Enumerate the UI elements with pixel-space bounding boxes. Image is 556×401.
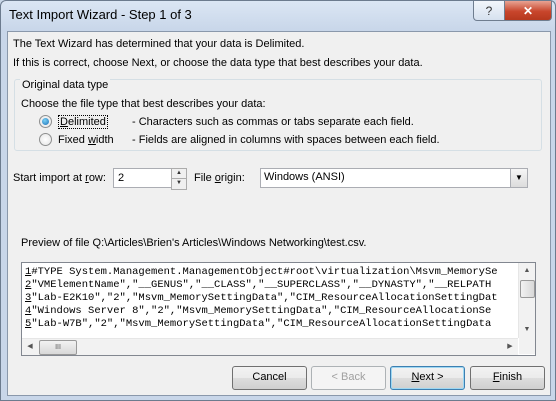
help-icon: ? bbox=[485, 3, 493, 18]
fixed-width-description: - Fields are aligned in columns with spa… bbox=[132, 133, 440, 146]
next-button[interactable]: Next > bbox=[390, 366, 465, 390]
chevron-down-icon[interactable]: ▼ bbox=[510, 169, 527, 187]
scroll-left-icon[interactable]: ◀ bbox=[22, 339, 38, 355]
scroll-right-icon[interactable]: ▶ bbox=[502, 339, 518, 355]
help-button[interactable]: ? bbox=[473, 1, 505, 21]
horizontal-scrollbar[interactable]: ◀ III ▶ bbox=[22, 338, 518, 355]
preview-text-area[interactable]: 1#TYPE System.Management.ManagementObjec… bbox=[22, 263, 518, 338]
start-row-spinner[interactable]: ▲ ▼ bbox=[171, 168, 187, 190]
preview-row: 2"VMElementName","__GENUS","__CLASS","__… bbox=[25, 279, 492, 291]
preview-pane[interactable]: 1#TYPE System.Management.ManagementObjec… bbox=[21, 262, 536, 356]
scroll-down-icon[interactable]: ▼ bbox=[519, 322, 535, 338]
vertical-scroll-thumb[interactable] bbox=[520, 280, 535, 298]
cancel-button[interactable]: Cancel bbox=[232, 366, 307, 390]
file-origin-value: Windows (ANSI) bbox=[264, 171, 345, 183]
delimited-option[interactable]: Delimited - Characters such as commas or… bbox=[39, 114, 414, 129]
window-title: Text Import Wizard - Step 1 of 3 bbox=[9, 7, 192, 22]
group-legend: Original data type bbox=[20, 79, 111, 91]
intro-line-1: The Text Wizard has determined that your… bbox=[13, 38, 305, 50]
horizontal-scroll-thumb[interactable]: III bbox=[39, 340, 77, 355]
delimited-description: - Characters such as commas or tabs sepa… bbox=[132, 115, 414, 128]
preview-row: 5"Lab-W7B","2","Msvm_MemorySettingData",… bbox=[25, 318, 492, 330]
intro-line-2: If this is correct, choose Next, or choo… bbox=[13, 57, 423, 69]
start-row-input[interactable]: 2 bbox=[113, 168, 175, 188]
preview-row: 1#TYPE System.Management.ManagementObjec… bbox=[25, 266, 498, 278]
scroll-up-icon[interactable]: ▲ bbox=[519, 263, 535, 279]
start-row-label: Start import at row: bbox=[13, 172, 106, 184]
text-import-wizard-window: Text Import Wizard - Step 1 of 3 ? ✕ The… bbox=[0, 0, 556, 401]
back-button[interactable]: < Back bbox=[311, 366, 386, 390]
fixed-width-radio[interactable] bbox=[39, 133, 52, 146]
dialog-body: The Text Wizard has determined that your… bbox=[7, 31, 551, 396]
fixed-width-label[interactable]: Fixed width bbox=[58, 134, 132, 146]
file-type-prompt: Choose the file type that best describes… bbox=[21, 98, 266, 110]
vertical-scrollbar[interactable]: ▲ ▼ bbox=[518, 263, 535, 338]
file-origin-select[interactable]: Windows (ANSI) ▼ bbox=[260, 168, 528, 188]
scrollbar-corner bbox=[519, 338, 535, 354]
delimited-label[interactable]: Delimited bbox=[58, 114, 132, 129]
file-origin-label: File origin: bbox=[194, 172, 245, 184]
finish-button[interactable]: Finish bbox=[470, 366, 545, 390]
fixed-width-option[interactable]: Fixed width - Fields are aligned in colu… bbox=[39, 133, 440, 146]
spin-down-icon[interactable]: ▼ bbox=[172, 178, 186, 188]
close-icon: ✕ bbox=[522, 3, 534, 18]
preview-row: 4"Windows Server 8","2","Msvm_MemorySett… bbox=[25, 305, 492, 317]
preview-label: Preview of file Q:\Articles\Brien's Arti… bbox=[21, 237, 367, 249]
spin-up-icon[interactable]: ▲ bbox=[172, 169, 186, 178]
preview-row: 3"Lab-E2K10","2","Msvm_MemorySettingData… bbox=[25, 292, 498, 304]
close-button[interactable]: ✕ bbox=[504, 1, 552, 21]
title-bar[interactable]: Text Import Wizard - Step 1 of 3 ? ✕ bbox=[1, 1, 555, 31]
delimited-radio[interactable] bbox=[39, 115, 52, 128]
